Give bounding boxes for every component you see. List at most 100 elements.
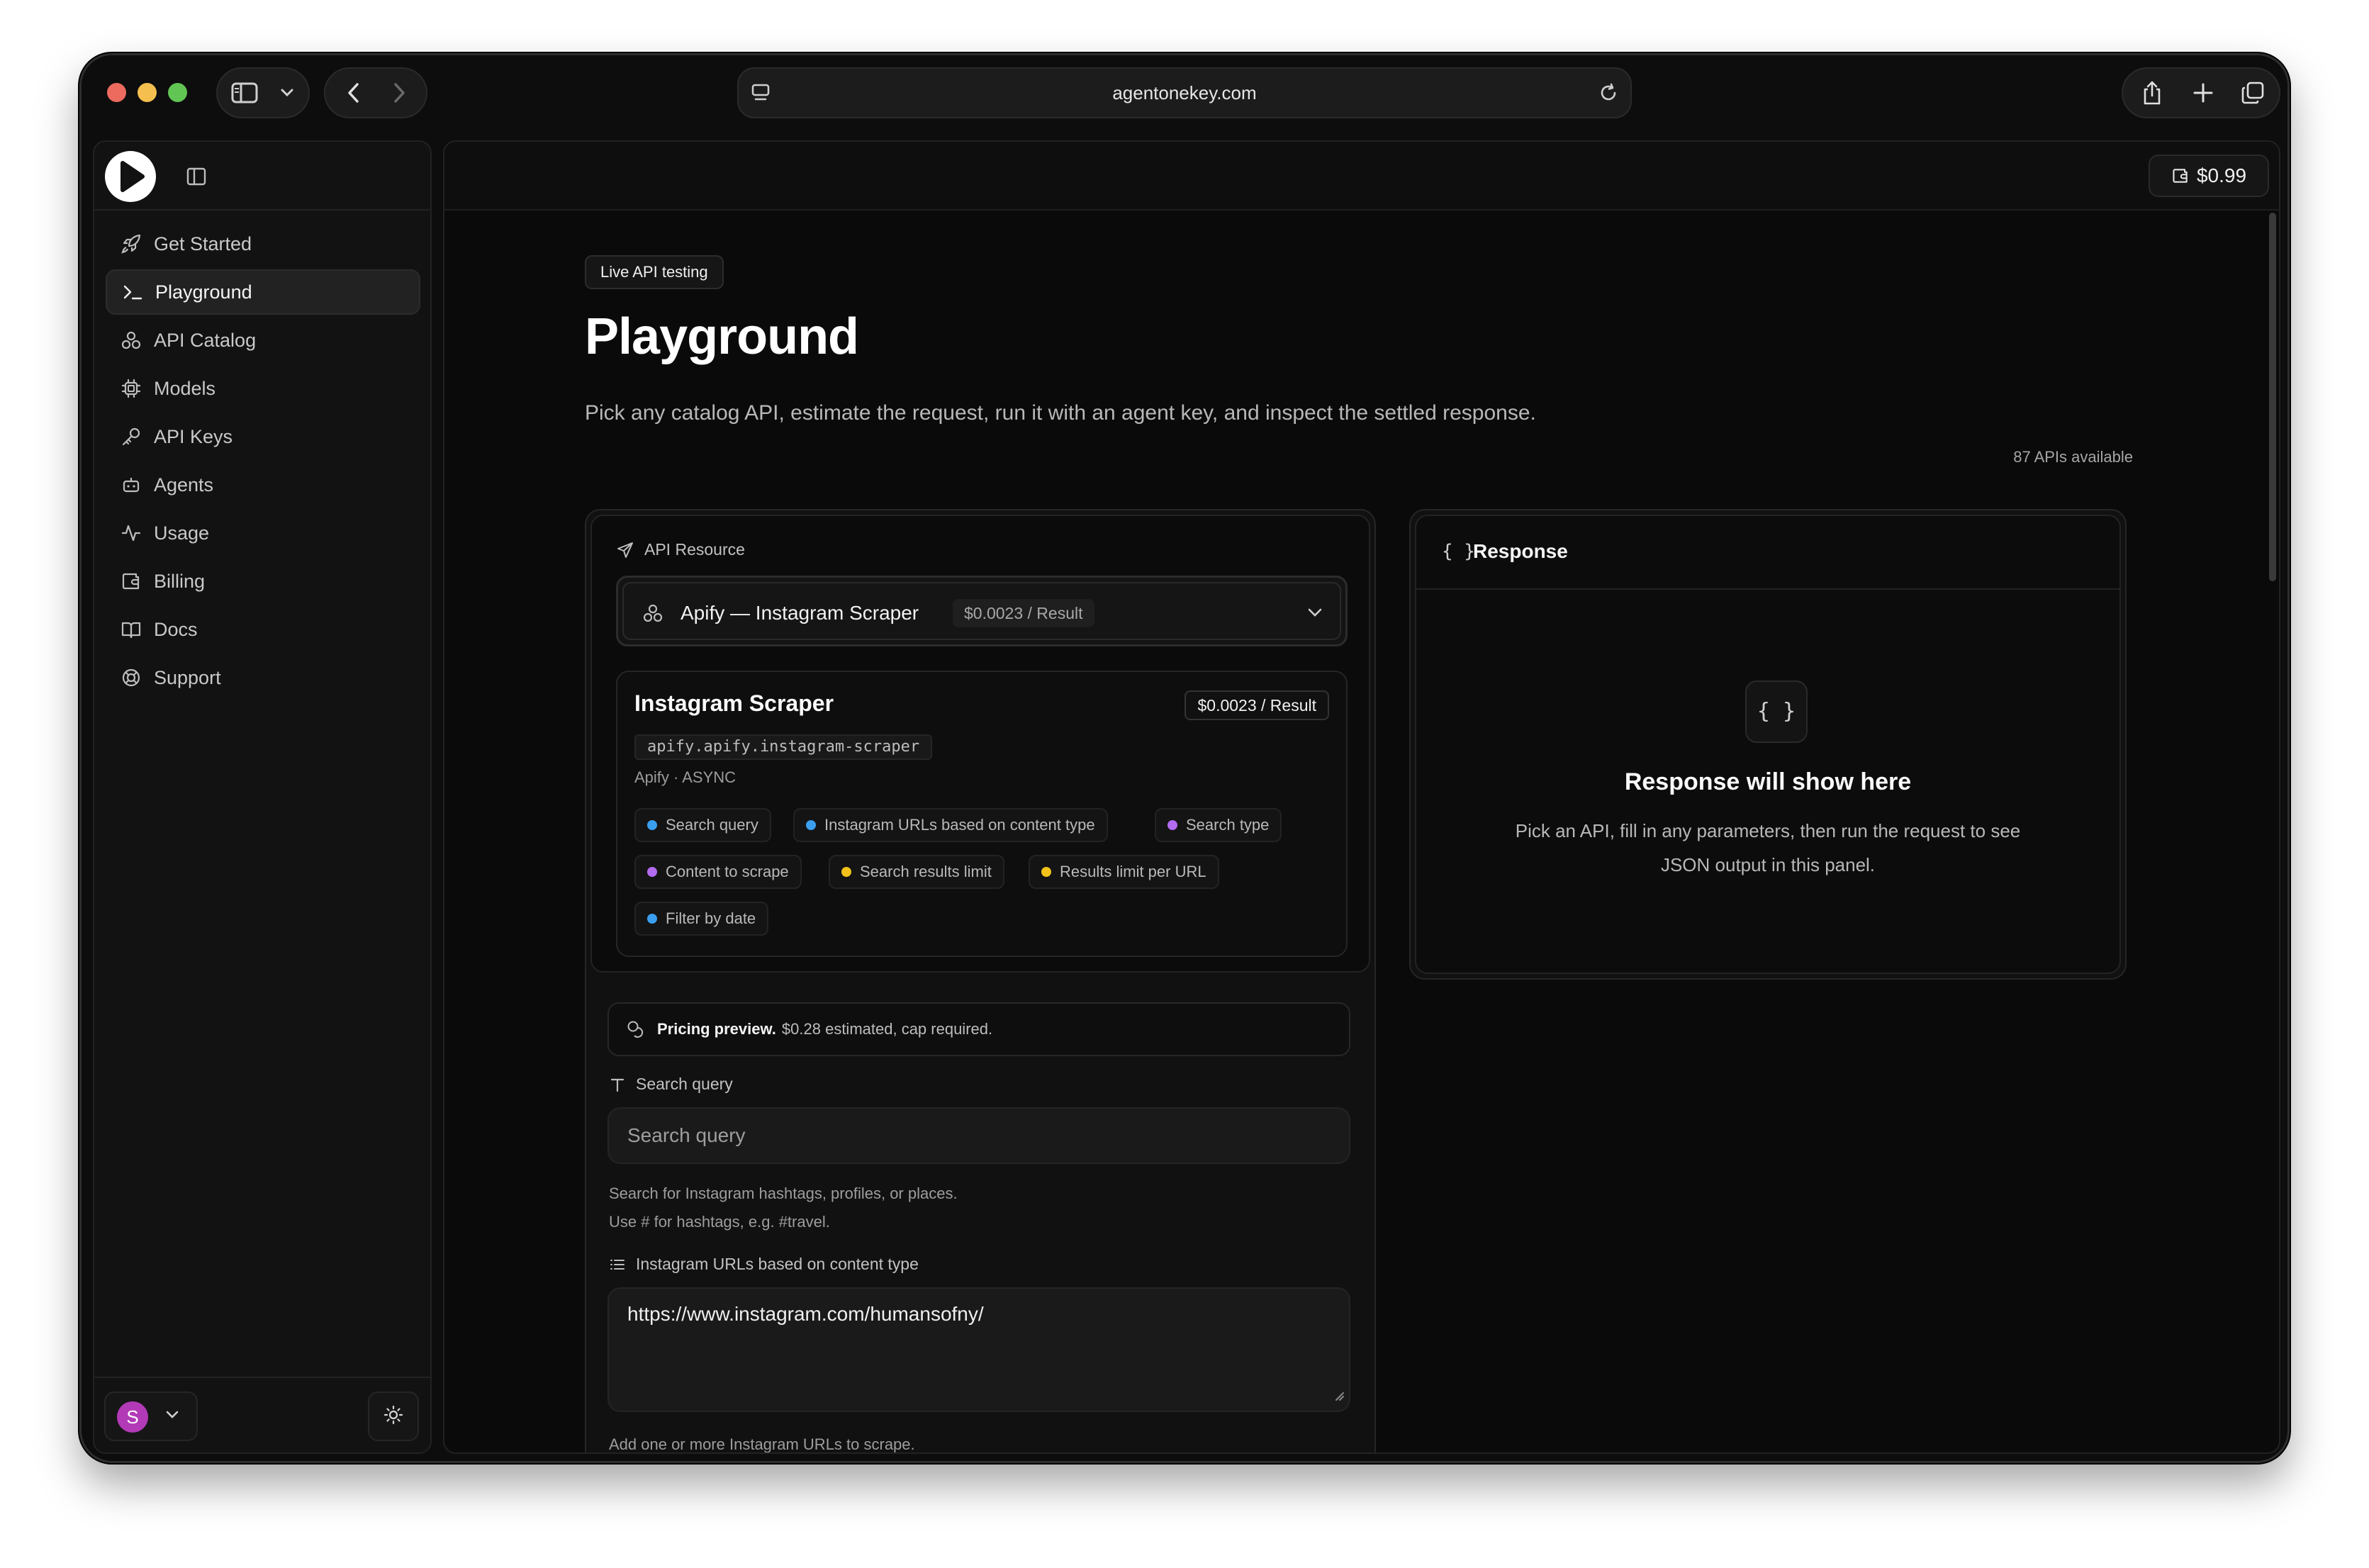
main-content: $0.99 Live API testing Playground Pick a… [443,140,2280,1454]
chip-icon [118,376,144,401]
sidebar-item-billing[interactable]: Billing [106,559,420,604]
braces-icon: { } [1442,541,1475,562]
response-card: { } Response { } Response will show here… [1409,509,2127,980]
live-testing-badge: Live API testing [585,255,724,289]
sidebar-item-label: Agents [154,474,214,495]
browser-toolbar: agentonekey.com [82,55,2287,140]
instagram-urls-help: Add one or more Instagram URLs to scrape… [609,1435,915,1453]
sidebar-item-models[interactable]: Models [106,366,420,411]
sidebar-item-api-keys[interactable]: API Keys [106,414,420,459]
search-query-input[interactable]: Search query [607,1107,1350,1164]
avatar: S [117,1401,148,1433]
sidebar-item-label: Playground [155,281,252,303]
instagram-urls-textarea[interactable]: https://www.instagram.com/humansofny/ [607,1287,1350,1412]
search-query-help: Search for Instagram hashtags, profiles,… [609,1185,958,1202]
minimize-window-button[interactable] [138,83,157,102]
api-resource-label: API Resource [616,540,745,559]
sidebar-item-usage[interactable]: Usage [106,510,420,556]
param-tag: Instagram URLs based on content type [793,808,1108,842]
sidebar-item-api-catalog[interactable]: API Catalog [106,318,420,363]
request-card: API Resource Apify — Instagram Scraper $… [585,509,1376,1453]
api-slug: apify.apify.instagram-scraper [634,734,933,760]
api-meta: Apify · ASYNC [634,768,737,786]
wallet-icon [2173,169,2188,183]
terminal-icon [120,279,145,305]
theme-toggle-button[interactable] [368,1391,419,1441]
selected-api-name: Apify — Instagram Scraper [681,602,919,624]
scrollbar[interactable] [2269,213,2276,581]
param-tag: Search query [634,808,771,842]
back-arrow-icon[interactable] [335,69,371,117]
url-text[interactable]: agentonekey.com [739,69,1630,117]
sidebar-item-playground[interactable]: Playground [106,269,420,315]
user-menu-button[interactable]: S [104,1391,198,1441]
close-window-button[interactable] [107,83,126,102]
sidebar-item-docs[interactable]: Docs [106,607,420,652]
pricing-preview-text: $0.28 estimated, cap required. [781,1020,993,1038]
share-icon[interactable] [2134,69,2170,117]
chevron-down-icon[interactable] [274,69,300,117]
activity-icon [118,520,144,546]
page-description: Pick any catalog API, estimate the reque… [585,401,1536,425]
sidebar-item-label: API Keys [154,425,233,447]
sidebar-item-label: API Catalog [154,329,257,351]
maximize-window-button[interactable] [168,83,187,102]
pricing-preview: Pricing preview. $0.28 estimated, cap re… [607,1002,1350,1056]
braces-icon: { } [1745,681,1808,743]
api-resource-select[interactable]: Apify — Instagram Scraper $0.0023 / Resu… [616,576,1348,646]
page-title: Playground [585,308,859,365]
balance-button[interactable]: $0.99 [2149,155,2269,197]
response-header: { } Response [1416,516,2119,590]
sidebar-footer: S [94,1377,430,1452]
search-query-help-2: Use # for hashtags, e.g. #travel. [609,1213,830,1231]
sidebar-item-support[interactable]: Support [106,655,420,700]
chevron-down-icon [1307,607,1323,621]
reload-icon[interactable] [1598,82,1619,107]
api-details-card: Instagram Scraper $0.0023 / Result apify… [616,671,1348,957]
text-icon [610,1078,625,1092]
window-actions-group [2122,67,2280,118]
app-logo[interactable] [104,150,157,203]
sidebar-item-get-started[interactable]: Get Started [106,221,420,267]
resize-handle-icon[interactable] [1332,1384,1345,1406]
browser-window: agentonekey.com Get Started Playground A… [79,53,2290,1463]
empty-state-description: Pick an API, fill in any parameters, the… [1515,820,2021,875]
book-icon [118,617,144,642]
coins-icon [627,1021,644,1038]
response-title: Response [1473,540,1568,562]
sidebar-toggle-group[interactable] [216,67,310,118]
wallet-icon [118,569,144,594]
address-bar[interactable]: agentonekey.com [737,67,1632,118]
instagram-urls-label: Instagram URLs based on content type [609,1255,919,1274]
sidebar-item-label: Usage [154,522,210,544]
send-icon [617,542,633,558]
pricing-preview-title: Pricing preview. [657,1020,776,1038]
api-count: 87 APIs available [2013,448,2133,466]
history-nav-group [324,67,427,118]
browser-sidebar-icon[interactable] [229,69,260,117]
tab-overview-icon[interactable] [2235,69,2270,117]
api-price-badge: $0.0023 / Result [1184,690,1329,720]
sidebar-item-agents[interactable]: Agents [106,462,420,508]
param-tag: Search results limit [829,855,1004,889]
param-tag: Filter by date [634,902,769,936]
param-tag: Results limit per URL [1029,855,1219,889]
sun-icon [383,1404,404,1429]
list-icon [610,1259,625,1270]
bot-icon [118,472,144,498]
catalog-icon [118,327,144,353]
selected-api-price: $0.0023 / Result [953,599,1094,627]
collapse-sidebar-icon[interactable] [185,165,208,188]
new-tab-icon[interactable] [2185,69,2221,117]
api-resource-section: API Resource Apify — Instagram Scraper $… [590,515,1370,973]
sidebar-item-label: Models [154,377,216,399]
catalog-icon [642,603,663,627]
sidebar: Get Started Playground API Catalog Model… [93,140,432,1454]
sidebar-item-label: Docs [154,618,198,640]
param-tag: Search type [1155,808,1282,842]
main-header: $0.99 [444,142,2279,211]
empty-state-title: Response will show here [1624,768,1912,795]
sidebar-item-label: Billing [154,570,206,592]
rocket-icon [118,231,144,257]
forward-arrow-icon[interactable] [382,69,418,117]
